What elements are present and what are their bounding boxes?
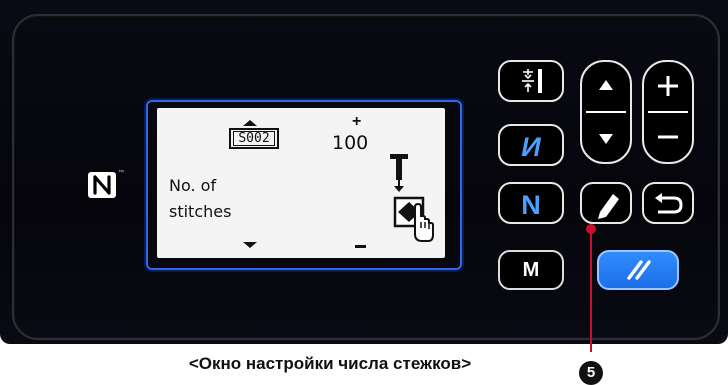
reverse-n-icon: И <box>521 132 541 162</box>
stitch-count-value: 100 <box>332 132 369 154</box>
reverse-stitch-button[interactable]: И <box>498 124 564 166</box>
figure-caption: <Окно настройки числа стежков> <box>188 354 472 373</box>
control-panel: ™ S002 + 100 No. of stitches И N M <box>0 0 728 344</box>
svg-text:И: И <box>521 132 541 162</box>
svg-text:N: N <box>521 190 541 220</box>
setting-label-line1: No. of <box>169 176 217 195</box>
pattern-up-arrow-icon <box>243 120 257 126</box>
value-plus-icon: + <box>352 113 362 130</box>
value-minus-icon <box>355 245 366 248</box>
down-arrow-icon <box>599 134 613 144</box>
pencil-icon <box>598 194 619 219</box>
stitch-pattern-hand-icon <box>393 194 435 249</box>
thread-trim-icon <box>522 69 542 93</box>
up-arrow-icon <box>599 80 613 90</box>
setting-label-line2: stitches <box>169 202 232 221</box>
plus-minus-button[interactable] <box>642 60 694 164</box>
mode-button[interactable]: M <box>498 250 564 290</box>
plus-icon <box>658 76 678 96</box>
return-button[interactable] <box>642 182 694 224</box>
lcd-screen[interactable]: S002 + 100 No. of stitches <box>157 108 445 258</box>
thread-trim-button[interactable] <box>498 60 564 102</box>
pattern-id: S002 <box>233 131 275 146</box>
nfc-icon <box>88 172 116 198</box>
trademark-mark: ™ <box>118 170 124 176</box>
n-function-button[interactable]: N <box>498 182 564 224</box>
reset-button[interactable] <box>597 250 679 290</box>
up-down-button[interactable] <box>580 60 632 164</box>
reset-icon <box>627 260 651 280</box>
pattern-id-box: S002 <box>229 128 279 149</box>
n-icon: N <box>521 190 541 220</box>
edit-button[interactable] <box>580 182 632 224</box>
return-icon <box>655 193 683 214</box>
pattern-down-arrow-icon <box>243 242 257 248</box>
callout-line <box>590 228 592 352</box>
